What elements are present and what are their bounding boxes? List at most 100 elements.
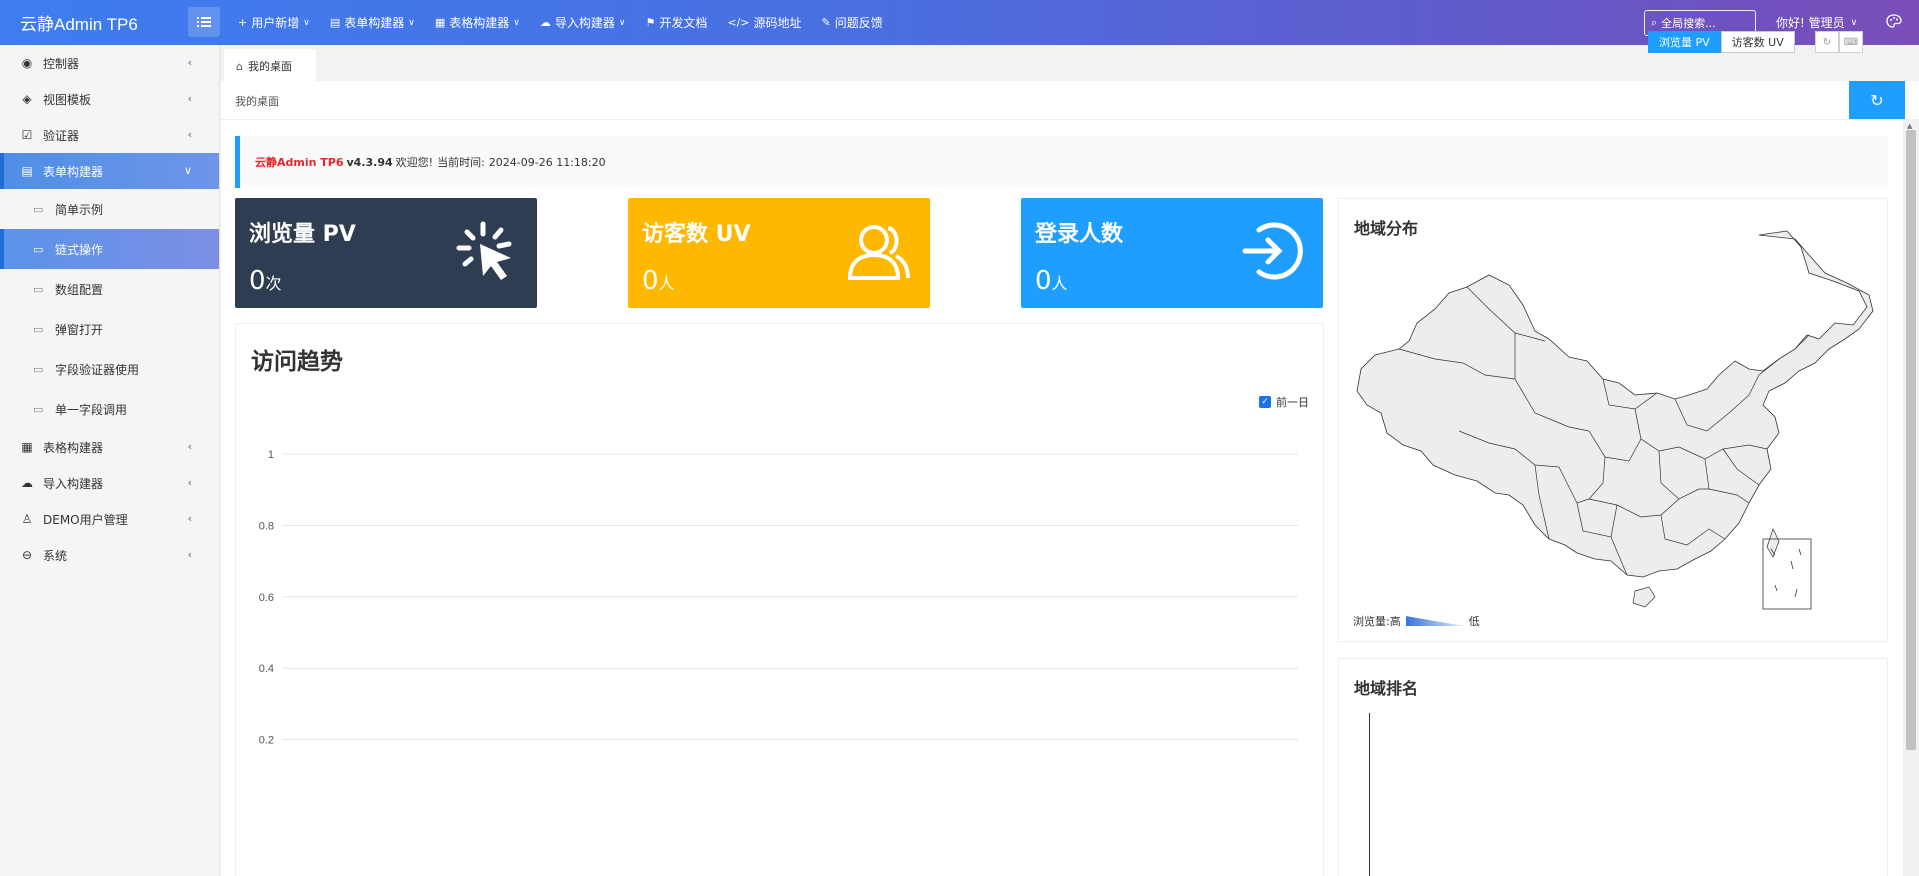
trend-chart: 0.2 0.4 0.6 0.8 1 [259, 449, 1298, 747]
top-nav-label: 用户新增 [251, 16, 300, 30]
chevron-down-icon: ∨ [183, 164, 192, 177]
chevron-left-icon: ‹ [187, 56, 192, 69]
sidebar-subitem[interactable]: ▭ 字段验证器使用 [0, 349, 219, 389]
login-icon [1242, 222, 1303, 280]
ranking-panel: 地域排名 [1338, 658, 1888, 876]
map-region [1356, 230, 1874, 578]
sidebar-item-label: 表单构建器 [43, 164, 104, 179]
palette-icon[interactable] [1886, 14, 1902, 32]
sidebar-item[interactable]: ◉ 控制器 ‹ [0, 45, 219, 81]
form-icon: ▤ [329, 16, 341, 29]
sidebar-item[interactable]: ♙ DEMO用户管理 ‹ [0, 501, 219, 537]
dashboard: 浏览量 PV 0次 访客数 UV 0人 登录人数 0人 访问趋势 ✓ 前一日 0… [221, 120, 1903, 876]
map-legend: 浏览量: 高 低 [1353, 613, 1480, 629]
book-icon: ⚑ [645, 16, 656, 29]
document-icon: ▭ [33, 322, 44, 336]
sidebar-item-label: 视图模板 [43, 92, 92, 107]
sidebar-item[interactable]: ▤ 表单构建器 ∨ [0, 153, 219, 189]
sidebar-subitem[interactable]: ▭ 简单示例 [0, 189, 219, 229]
tool-buttons: ↻ ⌨ [1815, 31, 1863, 53]
top-nav: + 用户新增 ∨ ▤ 表单构建器 ∨ ▦ 表格构建器 ∨ ☁ 导入构建器 ∨ ⚑ 开发文档 </> 源码地址 ✎… [238, 0, 903, 45]
refresh-page-button[interactable]: ↻ [1849, 81, 1905, 119]
cloud-upload-icon: ☁ [539, 16, 551, 29]
document-icon: ▭ [33, 282, 44, 296]
sidebar: ◉ 控制器 ‹ ◈ 视图模板 ‹ ☑ 验证器 ‹ ▤ 表单构建器 ∨ ▭ 简单示例 ▭ 链式操作 ▭ 数组配置 ▭ 弹… [0, 45, 220, 876]
table-icon: ▦ [434, 16, 446, 29]
chevron-down-icon: ∨ [618, 17, 626, 28]
top-header: 云静Admin TP6 + 用户新增 ∨ ▤ 表单构建器 ∨ ▦ 表格构建器 ∨ ☁ 导入构建器 ∨ ⚑… [0, 0, 1919, 45]
search-icon: ⌕ [1651, 16, 1658, 29]
chevron-down-icon: ∨ [513, 17, 520, 28]
chevron-left-icon: ‹ [187, 128, 192, 141]
sidebar-subitem-label: 弹窗打开 [55, 322, 104, 337]
map-legend-gradient [1405, 616, 1464, 626]
sidebar-item-label: 控制器 [43, 56, 80, 71]
top-nav-item[interactable]: ▦ 表格构建器 ∨ [435, 14, 520, 31]
search-placeholder: 全局搜索... [1661, 17, 1716, 30]
metric-pv-button[interactable]: 浏览量 PV [1648, 31, 1721, 53]
top-nav-label: 表单构建器 [344, 16, 405, 30]
map-legend-high: 高 [1389, 615, 1401, 628]
sidebar-item-label: 系统 [43, 548, 68, 563]
stat-label: 访客数 UV [642, 222, 751, 247]
ranking-axis [1369, 713, 1370, 876]
sidebar-subitem[interactable]: ▭ 数组配置 [0, 269, 219, 309]
plus-icon: + [238, 16, 248, 29]
content-scrollbar[interactable]: ▲ [1903, 120, 1919, 876]
top-nav-item[interactable]: ▤ 表单构建器 ∨ [330, 14, 415, 31]
y-tick-label: 0.4 [259, 663, 274, 675]
chevron-left-icon: ‹ [187, 548, 192, 561]
sidebar-item[interactable]: ⊖ 系统 ‹ [0, 537, 219, 573]
cloud-upload-icon: ☁ [21, 476, 33, 490]
china-map[interactable] [1339, 199, 1889, 643]
document-icon: ▭ [33, 362, 44, 376]
top-nav-item[interactable]: </> 源码地址 [727, 14, 801, 31]
sidebar-subitem[interactable]: ▭ 单一字段调用 [0, 389, 219, 429]
chevron-left-icon: ‹ [187, 440, 192, 453]
feedback-icon: ✎ [821, 16, 831, 29]
sidebar-item-label: 验证器 [43, 128, 80, 143]
keyboard-icon: ⌨ [1843, 36, 1859, 48]
document-icon: ▭ [33, 402, 44, 416]
sidebar-item-label: 导入构建器 [43, 476, 104, 491]
chevron-left-icon: ‹ [187, 476, 192, 489]
menu-toggle-button[interactable] [188, 7, 220, 37]
stat-card-pv[interactable]: 浏览量 PV 0次 [235, 198, 537, 308]
document-icon: ▭ [33, 202, 44, 216]
metric-toggle: 浏览量 PV 访客数 UV [1648, 31, 1795, 53]
top-nav-item[interactable]: + 用户新增 ∨ [238, 14, 310, 31]
ranking-title: 地域排名 [1354, 679, 1419, 698]
breadcrumb: 我的桌面 [235, 95, 279, 108]
sidebar-item[interactable]: ☁ 导入构建器 ‹ [0, 465, 219, 501]
keyboard-button[interactable]: ⌨ [1839, 31, 1863, 53]
trend-panel: 访问趋势 ✓ 前一日 0.2 0.4 0.6 0.8 1 [235, 323, 1324, 876]
breadcrumb-bar: 我的桌面 ↻ [221, 81, 1919, 120]
sidebar-item[interactable]: ◈ 视图模板 ‹ [0, 81, 219, 117]
stat-value: 0次 [249, 266, 282, 296]
validator-icon: ☑ [21, 128, 33, 142]
chevron-left-icon: ‹ [187, 512, 192, 525]
chevron-left-icon: ‹ [187, 92, 192, 105]
reload-data-button[interactable]: ↻ [1815, 31, 1839, 53]
scroll-thumb[interactable] [1906, 130, 1916, 750]
y-tick-label: 1 [268, 449, 274, 461]
sidebar-subitem-label: 简单示例 [55, 202, 104, 217]
y-tick-label: 0.6 [259, 592, 274, 604]
sidebar-item[interactable]: ▦ 表格构建器 ‹ [0, 429, 219, 465]
top-nav-item[interactable]: ☁ 导入构建器 ∨ [540, 14, 626, 31]
sidebar-subitem[interactable]: ▭ 弹窗打开 [0, 309, 219, 349]
stat-card-login[interactable]: 登录人数 0人 [1021, 198, 1323, 308]
top-nav-label: 表格构建器 [449, 16, 510, 30]
tab-label: 我的桌面 [247, 60, 292, 73]
refresh-icon: ↻ [1870, 90, 1884, 110]
sidebar-item[interactable]: ☑ 验证器 ‹ [0, 117, 219, 153]
stat-card-uv[interactable]: 访客数 UV 0人 [628, 198, 930, 308]
app-brand[interactable]: 云静Admin TP6 [0, 10, 185, 35]
scroll-up-icon[interactable]: ▲ [1907, 122, 1912, 130]
sidebar-subitem[interactable]: ▭ 链式操作 [0, 229, 219, 269]
top-nav-item[interactable]: ⚑ 开发文档 [645, 14, 707, 31]
users-icon [847, 225, 910, 280]
tab-my-desktop[interactable]: ⌂ 我的桌面 [224, 49, 316, 81]
top-nav-item[interactable]: ✎ 问题反馈 [822, 14, 883, 31]
metric-uv-button[interactable]: 访客数 UV [1720, 31, 1795, 53]
